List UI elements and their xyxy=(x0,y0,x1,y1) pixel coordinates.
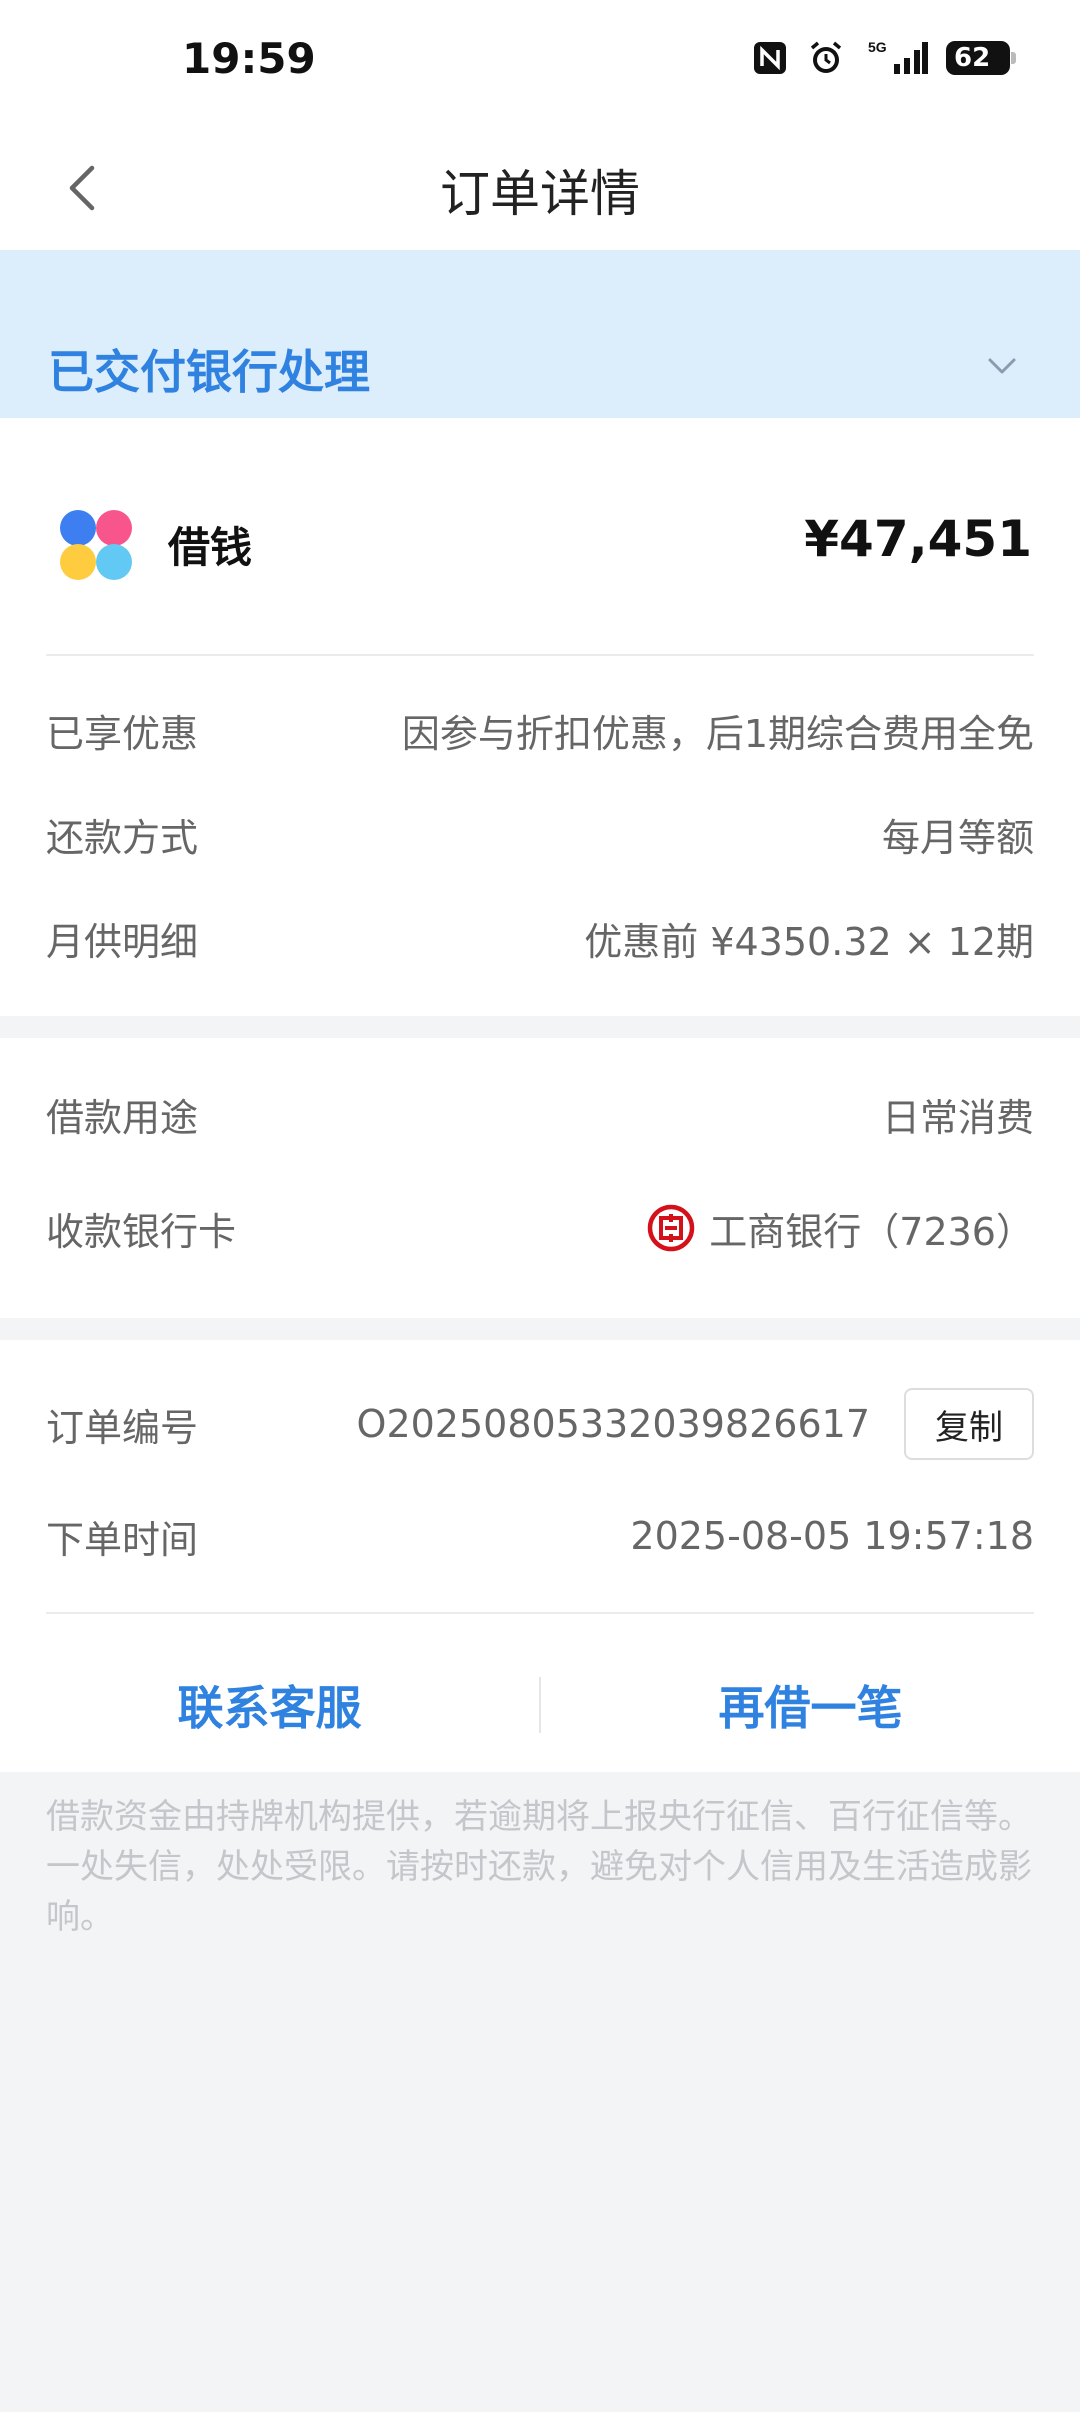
loan-purpose-card: 借款用途 日常消费 收款银行卡 工商银行（7236） xyxy=(0,1038,1080,1318)
battery-icon: 62 xyxy=(946,41,1016,75)
disclaimer-text: 借款资金由持牌机构提供，若逾期将上报央行征信、百行征信等。一处失信，处处受限。请… xyxy=(46,1797,1032,1937)
loan-amount: ¥47,451 xyxy=(804,510,1032,568)
detail-row-repayment-method: 还款方式 每月等额 xyxy=(46,804,1034,864)
order-number-value: O20250805332039826617 xyxy=(356,1402,870,1446)
bank-card-row: 收款银行卡 工商银行（7236） xyxy=(46,1198,1034,1258)
detail-label: 月供明细 xyxy=(46,919,199,964)
purpose-row: 借款用途 日常消费 xyxy=(46,1084,1034,1144)
order-info-card: 订单编号 O20250805332039826617 复制 下单时间 2025-… xyxy=(0,1340,1080,1772)
product-info: 借钱 xyxy=(48,498,252,590)
status-bar: 19:59 5G 62 xyxy=(0,0,1080,124)
alarm-icon xyxy=(806,38,846,78)
purpose-label: 借款用途 xyxy=(46,1095,199,1140)
contact-service-button[interactable]: 联系客服 xyxy=(0,1672,539,1738)
signal-icon: 5G xyxy=(864,38,928,78)
divider xyxy=(46,654,1034,656)
order-time-label: 下单时间 xyxy=(46,1517,199,1562)
order-number-wrap: O20250805332039826617 复制 xyxy=(357,1388,1034,1460)
detail-row-discount: 已享优惠 因参与折扣优惠，后1期综合费用全免 xyxy=(46,700,1034,760)
detail-value: 因参与折扣优惠，后1期综合费用全免 xyxy=(401,711,1034,756)
detail-value: 每月等额 xyxy=(881,815,1034,860)
bank-card-value-wrap: 工商银行（7236） xyxy=(647,1201,1034,1256)
loan-summary-card: 借钱 ¥47,451 已享优惠 因参与折扣优惠，后1期综合费用全免 还款方式 每… xyxy=(0,418,1080,1016)
chevron-down-icon[interactable] xyxy=(984,348,1020,384)
icbc-bank-icon xyxy=(648,1204,695,1252)
bank-card-label: 收款银行卡 xyxy=(46,1209,237,1254)
page-title: 订单详情 xyxy=(440,165,640,223)
divider xyxy=(46,1612,1034,1614)
action-bar: 联系客服 再借一笔 xyxy=(0,1640,1080,1770)
purpose-value: 日常消费 xyxy=(881,1095,1034,1140)
nav-bar: 订单详情 xyxy=(0,124,1080,250)
order-number-label: 订单编号 xyxy=(46,1405,199,1450)
detail-value: 优惠前 ¥4350.32 × 12期 xyxy=(584,919,1034,964)
battery-level: 62 xyxy=(954,43,991,73)
order-time-row: 下单时间 2025-08-05 19:57:18 xyxy=(46,1506,1034,1566)
order-status: 已交付银行处理 xyxy=(48,345,370,399)
status-time: 19:59 xyxy=(182,34,316,83)
status-banner[interactable]: 已交付银行处理 xyxy=(0,250,1080,418)
nfc-icon xyxy=(752,40,788,76)
product-name: 借钱 xyxy=(168,522,253,572)
bank-card-value: 工商银行（7236） xyxy=(709,1209,1034,1254)
borrow-again-button[interactable]: 再借一笔 xyxy=(541,1672,1080,1738)
detail-row-monthly-breakdown: 月供明细 优惠前 ¥4350.32 × 12期 xyxy=(46,908,1034,968)
status-icons: 5G 62 xyxy=(752,38,1016,78)
network-label: 5G xyxy=(868,39,887,55)
order-number-row: 订单编号 O20250805332039826617 复制 xyxy=(46,1388,1034,1460)
order-time-value: 2025-08-05 19:57:18 xyxy=(630,1514,1034,1558)
detail-label: 还款方式 xyxy=(46,815,199,860)
detail-label: 已享优惠 xyxy=(46,711,199,756)
product-logo-icon xyxy=(48,498,140,590)
copy-button[interactable]: 复制 xyxy=(904,1388,1034,1460)
